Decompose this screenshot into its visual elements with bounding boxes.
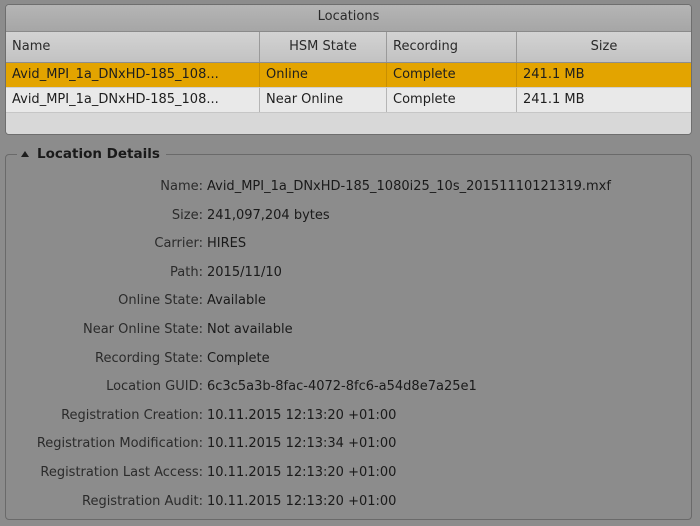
detail-value-registration-audit: 10.11.2015 12:13:20 +01:00	[207, 493, 397, 509]
detail-value-path: 2015/11/10	[207, 264, 282, 280]
detail-value-registration-last-access: 10.11.2015 12:13:20 +01:00	[207, 464, 397, 480]
location-cell-hsm-state: Near Online	[260, 88, 387, 112]
detail-row-size: Size: 241,097,204 bytes	[6, 202, 691, 231]
detail-row-location-guid: Location GUID: 6c3c5a3b-8fac-4072-8fc6-a…	[6, 373, 691, 402]
location-details-title: Location Details	[37, 146, 160, 162]
detail-label: Carrier:	[154, 236, 203, 252]
location-row[interactable]: Avid_MPI_1a_DNxHD-185_108... Near Online…	[6, 87, 691, 112]
location-cell-size: 241.1 MB	[523, 92, 585, 107]
location-cell-hsm-state: Online	[260, 63, 387, 87]
detail-value-size: 241,097,204 bytes	[207, 207, 330, 223]
detail-row-carrier: Carrier: HIRES	[6, 230, 691, 259]
detail-label: Online State:	[118, 293, 203, 309]
column-header-name[interactable]: Name	[6, 32, 260, 62]
location-cell-recording: Complete	[387, 63, 517, 87]
location-details-panel: Location Details Name: Avid_MPI_1a_DNxHD…	[5, 143, 692, 520]
detail-row-registration-modification: Registration Modification: 10.11.2015 12…	[6, 430, 691, 459]
detail-list: Name: Avid_MPI_1a_DNxHD-185_1080i25_10s_…	[6, 173, 691, 516]
detail-row-name: Name: Avid_MPI_1a_DNxHD-185_1080i25_10s_…	[6, 173, 691, 202]
detail-label: Recording State:	[95, 350, 203, 366]
detail-label: Registration Last Access:	[40, 464, 203, 480]
detail-label: Path:	[170, 264, 203, 280]
detail-label: Name:	[160, 179, 203, 194]
location-details-toggle[interactable]: Location Details	[17, 143, 166, 165]
detail-value-near-online-state: Not available	[207, 321, 293, 337]
location-cell-recording: Complete	[387, 88, 517, 112]
locations-panel-title: Locations	[6, 5, 691, 32]
detail-value-name: Avid_MPI_1a_DNxHD-185_1080i25_10s_201511…	[207, 179, 611, 194]
column-header-recording[interactable]: Recording	[387, 32, 517, 62]
location-cell-size: 241.1 MB	[523, 67, 585, 82]
detail-row-near-online-state: Near Online State: Not available	[6, 316, 691, 345]
detail-value-registration-creation: 10.11.2015 12:13:20 +01:00	[207, 407, 397, 423]
column-header-hsm-state[interactable]: HSM State	[260, 32, 387, 62]
locations-panel: Locations Name HSM State Recording Size …	[5, 4, 692, 135]
detail-value-registration-modification: 10.11.2015 12:13:34 +01:00	[207, 436, 397, 452]
detail-row-registration-creation: Registration Creation: 10.11.2015 12:13:…	[6, 402, 691, 431]
detail-row-registration-audit: Registration Audit: 10.11.2015 12:13:20 …	[6, 488, 691, 517]
locations-grid-header: Name HSM State Recording Size	[6, 32, 691, 63]
detail-value-carrier: HIRES	[207, 236, 247, 252]
detail-row-registration-last-access: Registration Last Access: 10.11.2015 12:…	[6, 459, 691, 488]
detail-row-online-state: Online State: Available	[6, 287, 691, 316]
column-header-size[interactable]: Size	[517, 32, 691, 62]
location-row[interactable]: Avid_MPI_1a_DNxHD-185_108... Online Comp…	[6, 63, 691, 87]
locations-grid: Name HSM State Recording Size Avid_MPI_1…	[6, 32, 691, 134]
detail-row-path: Path: 2015/11/10	[6, 259, 691, 288]
detail-value-online-state: Available	[207, 293, 266, 309]
detail-label: Location GUID:	[106, 379, 203, 395]
detail-label: Size:	[171, 207, 203, 223]
detail-row-recording-state: Recording State: Complete	[6, 345, 691, 374]
detail-value-location-guid: 6c3c5a3b-8fac-4072-8fc6-a54d8e7a25e1	[207, 379, 477, 395]
detail-label: Registration Creation:	[61, 407, 203, 423]
detail-label: Registration Modification:	[36, 436, 203, 452]
collapse-triangle-icon[interactable]	[21, 151, 29, 157]
grid-empty-area	[6, 112, 691, 134]
detail-value-recording-state: Complete	[207, 350, 270, 366]
location-cell-name: Avid_MPI_1a_DNxHD-185_108...	[6, 88, 260, 112]
detail-label: Near Online State:	[82, 321, 203, 337]
location-cell-name: Avid_MPI_1a_DNxHD-185_108...	[6, 63, 260, 87]
detail-label: Registration Audit:	[82, 493, 203, 509]
